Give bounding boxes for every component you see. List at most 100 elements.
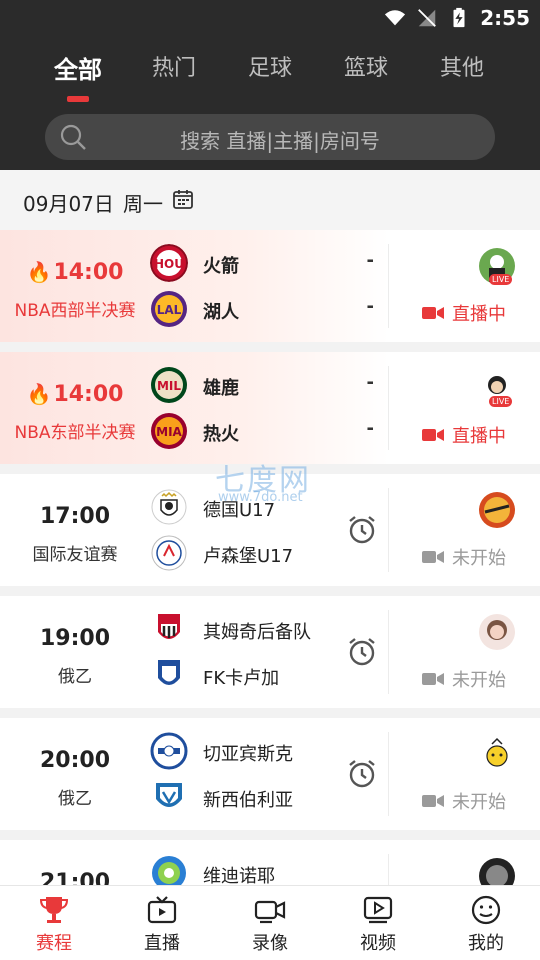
tab-all[interactable]: 全部 <box>38 50 118 85</box>
home-team: HOU 火箭 - <box>150 244 380 284</box>
tab-football[interactable]: 足球 <box>230 50 310 82</box>
match-time: 🔥14:00 <box>26 382 124 407</box>
match-time: 21:00 <box>39 870 111 885</box>
search-bar[interactable]: 搜索 直播|主播|房间号 <box>45 114 495 160</box>
club-crest-icon <box>152 856 186 885</box>
match-row[interactable]: 20:00 俄乙 切亚宾斯克 新西伯利亚 未开始 <box>0 718 540 830</box>
alarm-clock-icon[interactable] <box>346 758 378 790</box>
rockets-logo-icon: HOU <box>150 244 188 282</box>
match-row[interactable]: 21:00 维迪诺耶 <box>0 840 540 885</box>
smiley-icon <box>471 895 501 925</box>
video-camera-icon <box>422 429 444 441</box>
streamer-avatar[interactable] <box>479 736 515 772</box>
video-camera-icon <box>422 795 444 807</box>
luxembourg-crest-icon <box>151 535 187 571</box>
tab-hot[interactable]: 热门 <box>134 50 214 82</box>
bottom-nav: 赛程 直播 录像 视频 我的 <box>0 885 540 960</box>
header: 2:55 全部 热门 足球 篮球 其他 搜索 直播|主播|房间号 <box>0 0 540 170</box>
not-started-status: 未开始 <box>422 788 506 814</box>
video-camera-icon <box>422 673 444 685</box>
tab-basketball[interactable]: 篮球 <box>326 50 406 82</box>
divider <box>388 366 389 450</box>
live-status[interactable]: 直播中 <box>422 300 506 326</box>
club-shield-icon <box>158 660 180 685</box>
live-badge: LIVE <box>489 396 513 407</box>
league-name: 俄乙 <box>58 667 92 687</box>
team-name: 新西伯利亚 <box>203 790 293 811</box>
match-row[interactable]: 🔥14:00 NBA东部半决赛 MIL 雄鹿 - MIA 热火 - LIVE 直… <box>0 352 540 464</box>
club-shield-icon <box>156 783 182 807</box>
score: - <box>366 250 374 271</box>
status-time: 2:55 <box>480 6 530 30</box>
match-time: 17:00 <box>39 504 111 529</box>
heat-logo-icon: MIA <box>151 413 187 449</box>
svg-text:MIA: MIA <box>156 425 182 439</box>
nav-label: 录像 <box>252 933 288 954</box>
match-row[interactable]: 19:00 俄乙 其姆奇后备队 FK卡卢加 未开始 <box>0 596 540 708</box>
streamer-avatar[interactable] <box>479 492 515 528</box>
not-started-status: 未开始 <box>422 666 506 692</box>
team-name: 切亚宾斯克 <box>203 744 293 765</box>
nav-label: 视频 <box>360 933 396 954</box>
alarm-clock-icon[interactable] <box>346 514 378 546</box>
live-status[interactable]: 直播中 <box>422 422 506 448</box>
match-time: 20:00 <box>39 748 111 773</box>
away-team: LAL 湖人 - <box>150 290 380 330</box>
fire-icon: 🔥 <box>26 382 52 406</box>
match-row[interactable]: 🔥14:00 NBA西部半决赛 HOU 火箭 - LAL 湖人 - LIVE 直… <box>0 230 540 342</box>
tv-icon <box>147 896 177 924</box>
league-name: 俄乙 <box>58 789 92 809</box>
wifi-icon <box>385 10 406 26</box>
no-signal-icon <box>418 9 437 27</box>
search-input[interactable]: 搜索 直播|主播|房间号 <box>45 125 495 154</box>
nav-recordings[interactable]: 录像 <box>216 886 324 960</box>
team-name: 火箭 <box>203 256 239 277</box>
alarm-clock-icon[interactable] <box>346 636 378 668</box>
trophy-icon <box>39 897 69 923</box>
nav-label: 直播 <box>144 933 180 954</box>
home-team: 维迪诺耶 <box>150 854 380 885</box>
home-team: MIL 雄鹿 - <box>150 366 380 406</box>
match-list[interactable]: 🔥14:00 NBA西部半决赛 HOU 火箭 - LAL 湖人 - LIVE 直… <box>0 230 540 885</box>
score: - <box>366 418 374 439</box>
nav-videos[interactable]: 视频 <box>324 886 432 960</box>
video-camera-icon <box>254 900 286 924</box>
nav-label: 我的 <box>468 933 504 954</box>
away-team: MIA 热火 - <box>150 412 380 452</box>
club-crest-icon <box>150 732 188 770</box>
date-bar: 09月07日 周一 <box>0 170 540 230</box>
nav-profile[interactable]: 我的 <box>432 886 540 960</box>
svg-text:HOU: HOU <box>154 257 184 271</box>
germany-crest-icon <box>151 489 187 525</box>
streamer-avatar[interactable] <box>479 614 515 650</box>
status-bar: 2:55 <box>0 0 540 36</box>
play-icon <box>363 896 393 924</box>
divider <box>388 244 389 328</box>
not-started-status: 未开始 <box>422 544 506 570</box>
nav-live[interactable]: 直播 <box>108 886 216 960</box>
video-camera-icon <box>422 307 444 319</box>
bucks-logo-icon: MIL <box>151 367 187 403</box>
live-badge: LIVE <box>489 274 513 285</box>
battery-charging-icon <box>453 7 465 28</box>
nav-schedule[interactable]: 赛程 <box>0 886 108 960</box>
svg-text:MIL: MIL <box>157 379 181 393</box>
svg-text:LAL: LAL <box>157 303 182 317</box>
divider <box>388 854 389 885</box>
fire-icon: 🔥 <box>26 260 52 284</box>
category-tabs: 全部 热门 足球 篮球 其他 <box>0 50 540 100</box>
team-name: 其姆奇后备队 <box>203 622 311 643</box>
league-name: NBA西部半决赛 <box>14 301 136 321</box>
team-name: FK卡卢加 <box>203 668 280 689</box>
match-time: 🔥14:00 <box>26 260 124 285</box>
team-name: 雄鹿 <box>203 378 239 399</box>
league-name: NBA东部半决赛 <box>14 423 136 443</box>
divider <box>388 610 389 694</box>
tab-other[interactable]: 其他 <box>422 50 502 82</box>
match-time: 19:00 <box>39 626 111 651</box>
calendar-icon[interactable] <box>172 188 194 210</box>
streamer-avatar[interactable] <box>479 858 515 885</box>
divider <box>388 488 389 572</box>
league-name: 国际友谊赛 <box>32 545 118 565</box>
score: - <box>366 296 374 317</box>
